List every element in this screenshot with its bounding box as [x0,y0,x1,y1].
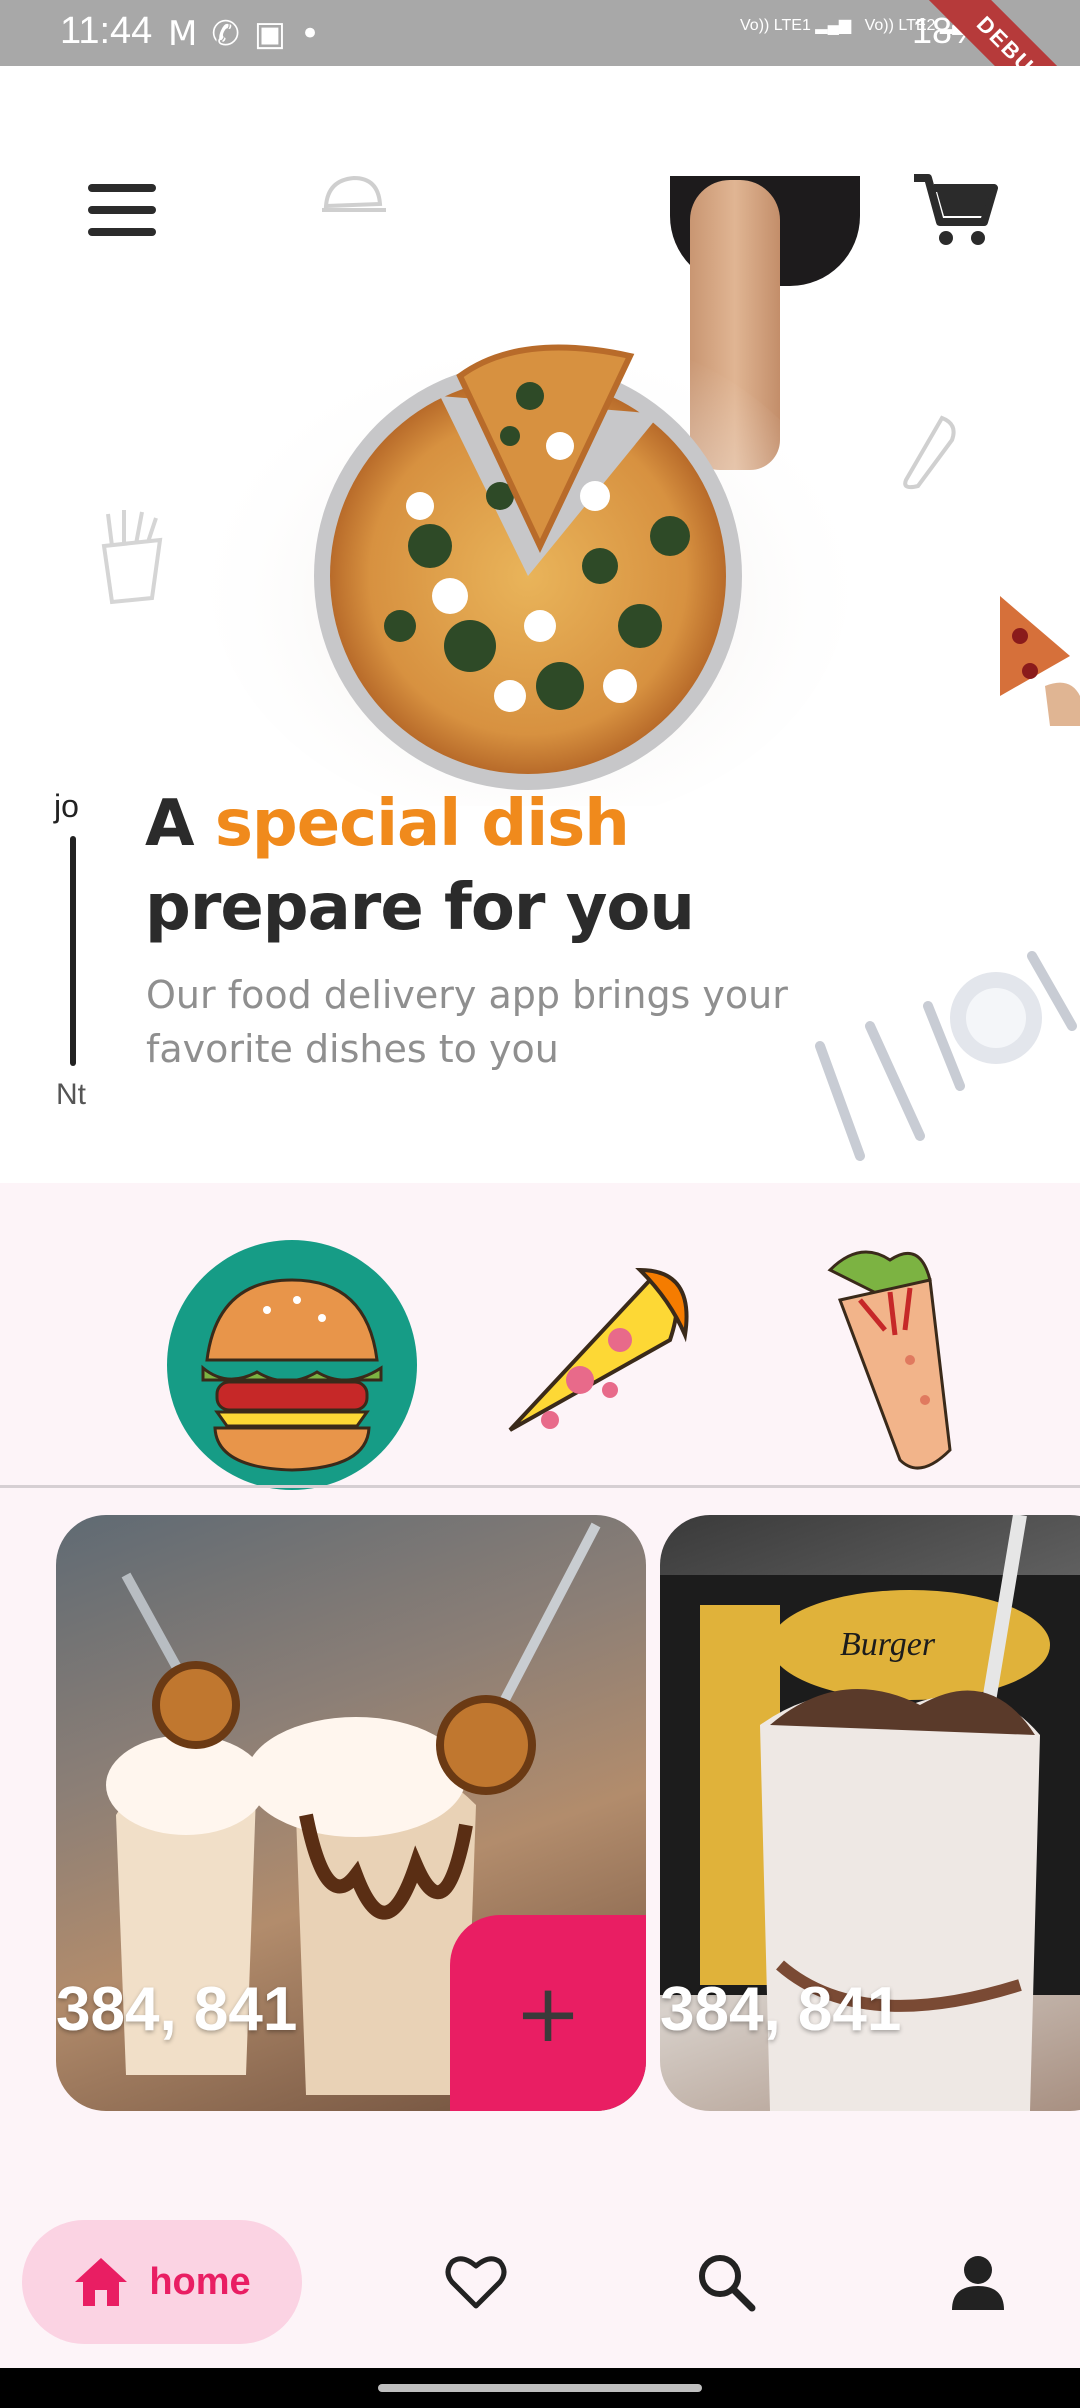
gesture-handle[interactable] [378,2384,702,2392]
bottom-nav: home [0,2188,1080,2368]
rail-line [70,836,76,1066]
product-price: 384, 841 [660,1975,902,2044]
side-pizza-slice-image [1000,596,1080,726]
cutlery-icon [815,951,1077,1161]
nav-home[interactable]: home [22,2220,302,2344]
category-pizza[interactable] [470,1240,720,1490]
search-icon[interactable] [694,2250,758,2314]
network-sim1: Vo)) LTE1 [740,17,811,34]
add-to-cart-button[interactable]: + [450,1915,646,2111]
missed-call-icon: ✆ [211,14,254,54]
hero-subtitle: Our food delivery app brings your favori… [146,973,788,1071]
fries-icon [101,510,163,605]
burger-icon [167,1240,417,1490]
nav-home-label: home [149,2260,251,2303]
status-time: 11:44 [60,10,153,52]
burrito-icon [903,415,956,490]
rail-top-label: jo [54,788,79,824]
menu-button[interactable] [88,184,156,240]
category-wrap[interactable] [790,1240,1040,1490]
gmail-icon: M [168,14,212,54]
product-card[interactable]: Burger 384, 841 [660,1515,1080,2111]
notification-icons: M✆▣• [168,14,334,54]
dot-icon: • [299,14,335,54]
hero-title-accent: special dish [214,787,630,861]
product-price: 384, 841 [56,1975,298,2044]
plus-icon: + [514,1966,582,2060]
gallery-icon: ▣ [253,14,300,54]
person-icon[interactable] [946,2250,1010,2314]
hero-pizza-image [200,176,860,806]
status-bar: 11:44 M✆▣• Vo)) LTE1 ▂▄▆ Vo)) LTE2 ▂▄▆ 1… [0,0,1080,66]
cart-icon[interactable] [912,170,998,250]
svg-text:Burger: Burger [840,1626,936,1663]
wrap-icon [827,1250,952,1470]
side-rail: jo Nt [54,788,94,1178]
hero-title: A special dish prepare for you [145,787,695,945]
category-burger[interactable] [167,1240,417,1490]
rail-bottom-label: Nt [56,1078,86,1111]
hero-title-line2: prepare for you [145,871,695,945]
chicken-icon [322,175,386,212]
hero-section: jo Nt A special dish prepare for you Our… [0,66,1080,1183]
home-icon [75,2258,128,2306]
heart-icon[interactable] [444,2250,508,2314]
product-card[interactable]: 384, 841 + [56,1515,646,2111]
menu-icon [88,184,156,192]
pizza-icon [508,1267,689,1432]
category-divider [0,1485,1080,1488]
gesture-bar-area [0,2368,1080,2408]
